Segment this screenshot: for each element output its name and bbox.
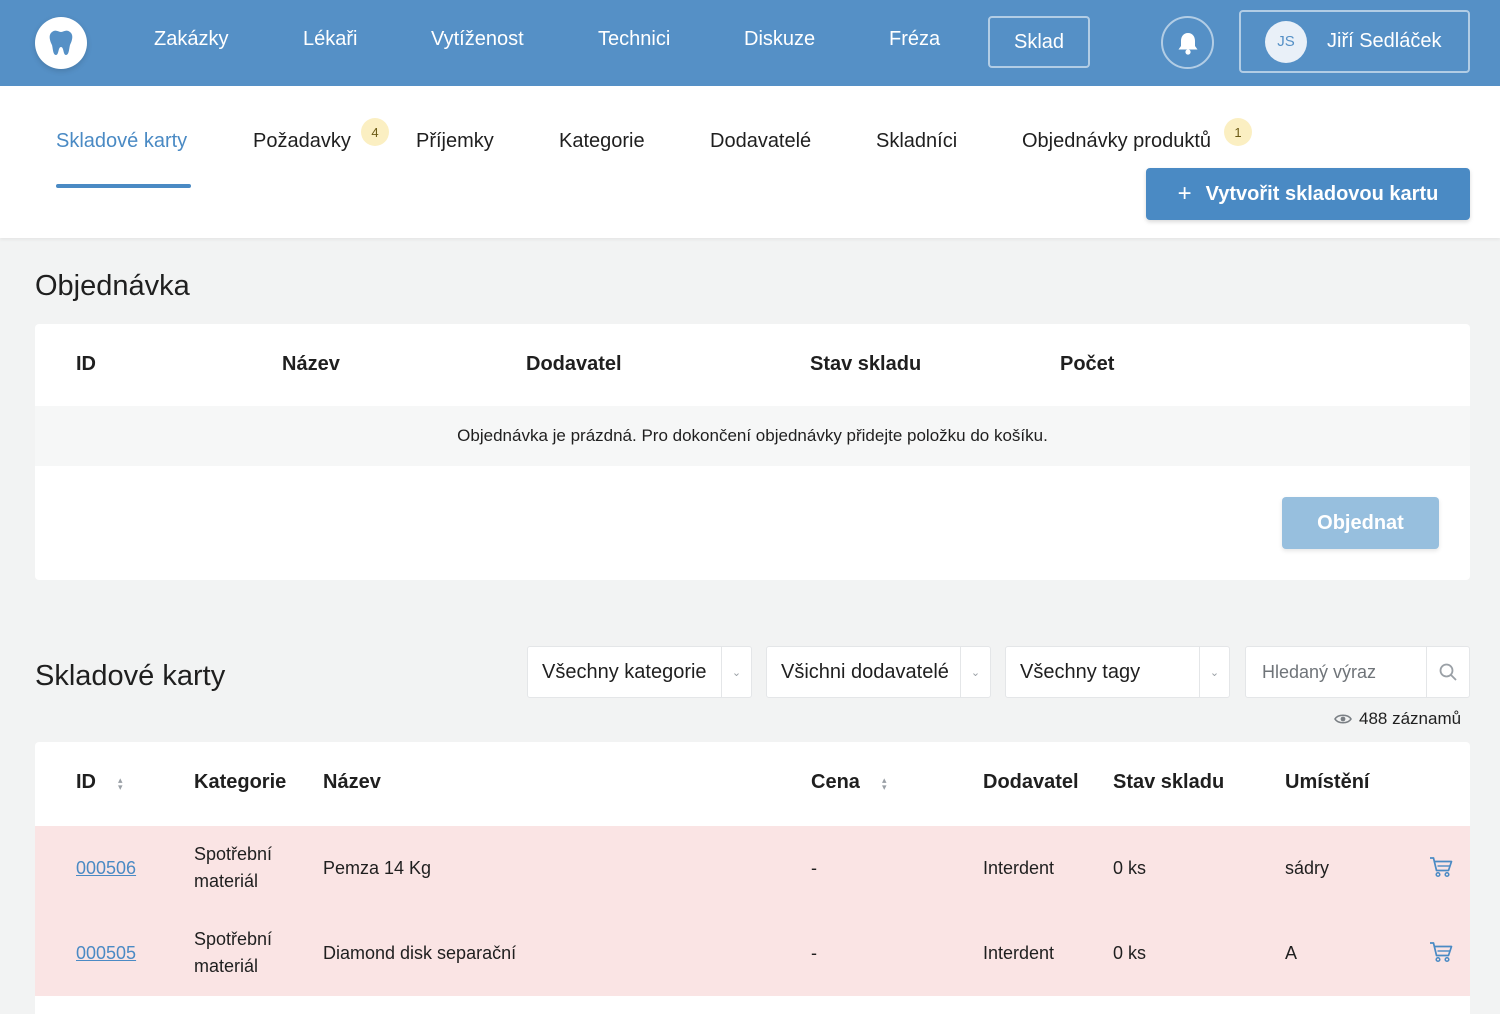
nav-technici[interactable]: Technici [598,28,670,51]
sort-icon[interactable]: ▴ ▾ [882,776,887,792]
stock-header-umisteni: Umístění [1285,771,1370,793]
supplier-filter-value: Všichni dodavatelé [781,660,949,683]
stock-table: ID ▴ ▾ Kategorie Název Cena ▴ ▾ Dodavatel … [35,742,1470,1014]
order-empty-message: Objednávka je prázdná. Pro dokončení obj… [35,406,1470,466]
stock-header-stav-skladu: Stav skladu [1113,771,1225,793]
sub-navbar: Skladové karty Požadavky 4 Příjemky Kate… [0,86,1500,238]
nav-freza[interactable]: Fréza [889,28,940,51]
row-category: Spotřební materiál [194,844,273,891]
stock-header-dodavatel: Dodavatel [983,771,1079,793]
avatar: JS [1265,20,1307,63]
cart-icon[interactable] [1429,856,1453,883]
order-title: Objednávka [35,270,190,302]
active-tab-indicator [56,184,191,188]
category-filter-value: Všechny kategorie [542,660,707,683]
cart-icon[interactable] [1429,941,1453,968]
records-count: 488 záznamů [1334,709,1461,729]
records-count-text: 488 záznamů [1359,709,1462,728]
order-submit-button[interactable]: Objednat [1282,497,1439,549]
stock-header-id[interactable]: ID [76,771,96,794]
tooth-logo-icon[interactable] [35,17,87,69]
plus-icon: + [1177,180,1192,207]
nav-zakazky[interactable]: Zakázky [154,28,228,51]
row-name: Pemza 14 Kg [323,858,432,878]
supplier-filter-select[interactable]: Všichni dodavatelé ⌄ [766,646,991,698]
objednavky-count-badge: 1 [1224,118,1252,146]
stock-title: Skladové karty [35,660,226,692]
nav-lekari[interactable]: Lékaři [303,28,357,51]
chevron-down-icon: ⌄ [1199,647,1229,697]
row-stock: 0 ks [1113,943,1147,963]
chevron-down-icon: ⌄ [960,647,990,697]
user-name: Jiří Sedláček [1327,30,1442,52]
order-header-nazev: Název [282,353,340,375]
row-id-link[interactable]: 000505 [76,943,136,964]
order-header-dodavatel: Dodavatel [526,353,622,375]
stock-header-cena[interactable]: Cena [811,771,860,794]
category-filter-select[interactable]: Všechny kategorie ⌄ [527,646,752,698]
sort-icon[interactable]: ▴ ▾ [118,776,123,792]
row-name: Diamond disk separační [323,943,517,963]
row-location: A [1285,943,1298,963]
stock-header-kategorie: Kategorie [194,771,287,793]
row-price: - [811,858,817,878]
tab-kategorie[interactable]: Kategorie [559,130,645,153]
order-header-stav-skladu: Stav skladu [810,353,922,375]
pozadavky-count-badge: 4 [361,118,389,146]
user-menu[interactable]: JS Jiří Sedláček [1239,10,1470,73]
tab-prijemky[interactable]: Příjemky [416,130,494,153]
create-stock-card-label: Vytvořit skladovou kartu [1205,182,1439,205]
tags-filter-select[interactable]: Všechny tagy ⌄ [1005,646,1230,698]
row-location: sádry [1285,858,1330,878]
table-row: 000506 Spotřební materiál Pemza 14 Kg - I… [35,826,1470,911]
row-category: Spotřební materiál [194,929,273,976]
nav-diskuze[interactable]: Diskuze [744,28,815,51]
tab-dodavatele[interactable]: Dodavatelé [710,130,811,153]
nav-sklad[interactable]: Sklad [988,16,1090,68]
tags-filter-value: Všechny tagy [1020,660,1141,683]
row-price: - [811,943,817,963]
table-row: 000505 Spotřební materiál Diamond disk se… [35,911,1470,996]
row-stock: 0 ks [1113,858,1147,878]
search-input[interactable] [1246,647,1426,697]
tab-skladnici[interactable]: Skladníci [876,130,957,153]
search-box [1245,646,1470,698]
row-supplier: Interdent [983,858,1055,878]
nav-vytizenost[interactable]: Vytíženost [431,28,524,51]
tab-skladove-karty[interactable]: Skladové karty [56,130,187,153]
tab-objednavky-produktu[interactable]: Objednávky produktů [1022,130,1211,153]
notifications-button[interactable] [1161,16,1214,69]
row-supplier: Interdent [983,943,1055,963]
tab-pozadavky[interactable]: Požadavky [253,130,351,153]
create-stock-card-button[interactable]: + Vytvořit skladovou kartu [1146,168,1470,220]
row-id-link[interactable]: 000506 [76,858,136,879]
search-icon[interactable] [1426,647,1469,697]
chevron-down-icon: ⌄ [721,647,751,697]
order-table: ID Název Dodavatel Stav skladu Počet Obj… [35,324,1470,580]
bell-icon [1177,31,1199,55]
stock-header-nazev: Název [323,771,381,793]
top-navbar: Zakázky Lékaři Vytíženost Technici Disku… [0,0,1500,86]
eye-icon [1334,713,1352,725]
order-header-pocet: Počet [1060,353,1115,375]
order-header-id: ID [76,353,96,375]
